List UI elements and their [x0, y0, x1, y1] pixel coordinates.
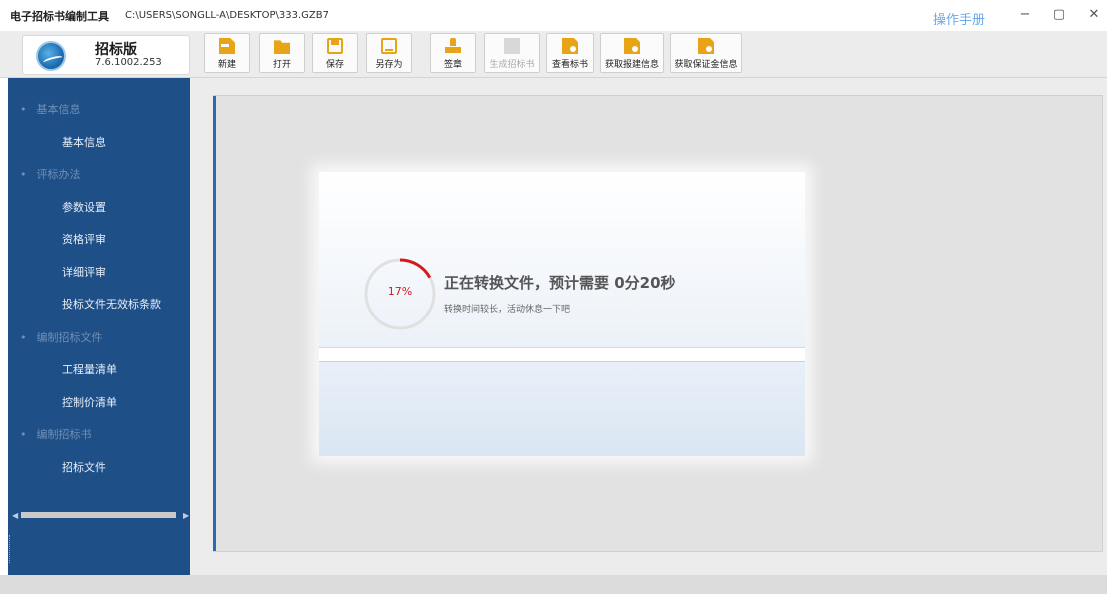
nav-item-basic-info[interactable]: 基本信息 [62, 134, 106, 150]
nav-item-invalid-terms[interactable]: 投标文件无效标条款 [62, 296, 161, 312]
sidebar-scrollbar[interactable]: ◀ ▶ [12, 510, 189, 520]
save-as-icon [381, 38, 397, 54]
sidebar-nav: 基本信息 基本信息 评标办法 参数设置 资格评审 详细评审 投标文件无效标条款 … [8, 78, 190, 575]
scroll-thumb[interactable] [21, 512, 176, 518]
fetch-info-button[interactable]: 获取报建信息 [600, 33, 664, 73]
nav-section-basic-info[interactable]: 基本信息 [20, 101, 81, 117]
open-button[interactable]: 打开 [259, 33, 305, 73]
generate-bid-button-label: 生成招标书 [489, 60, 535, 70]
fetch-info-icon [624, 38, 640, 54]
nav-section-tender-book[interactable]: 编制招标书 [20, 426, 92, 442]
fetch-deposit-icon [698, 38, 714, 54]
nav-item-tender-file[interactable]: 招标文件 [62, 459, 106, 475]
app-title: 电子招标书编制工具 [10, 9, 109, 23]
open-button-label: 打开 [272, 60, 291, 70]
dialog-subtitle: 转换时间较长，活动休息一下吧 [444, 305, 571, 315]
resize-grip[interactable] [9, 535, 13, 563]
nav-section-tender-docs[interactable]: 编制招标文件 [20, 329, 103, 345]
folder-open-icon [274, 40, 290, 54]
stamp-button[interactable]: 签章 [430, 33, 476, 73]
edition-label: 招标版 [95, 42, 137, 58]
scroll-right-icon[interactable]: ▶ [183, 511, 189, 520]
stamp-icon [445, 38, 461, 54]
close-button[interactable]: ✕ [1086, 7, 1102, 22]
file-path: C:\USERS\SONGLL-A\DESKTOP\333.GZB7 [125, 10, 329, 21]
minimize-button[interactable]: − [1017, 7, 1033, 22]
save-button[interactable]: 保存 [312, 33, 358, 73]
fetch-info-button-label: 获取报建信息 [604, 60, 659, 70]
status-bar [0, 575, 1107, 594]
title-bar: 电子招标书编制工具 C:\USERS\SONGLL-A\DESKTOP\333.… [0, 0, 1107, 31]
version-label: 7.6.1002.253 [95, 57, 162, 68]
view-bid-button[interactable]: 查看标书 [546, 33, 594, 73]
nav-item-parameters[interactable]: 参数设置 [62, 199, 106, 215]
brand-area: 招标版 7.6.1002.253 [22, 35, 190, 75]
globe-logo-icon [36, 41, 66, 71]
save-button-label: 保存 [325, 60, 344, 70]
view-bid-button-label: 查看标书 [551, 60, 588, 70]
nav-item-qualification[interactable]: 资格评审 [62, 231, 106, 247]
restore-button[interactable]: ▢ [1051, 7, 1067, 22]
new-file-icon [219, 38, 235, 54]
nav-item-control-price[interactable]: 控制价清单 [62, 394, 117, 410]
save-as-button[interactable]: 另存为 [366, 33, 412, 73]
scroll-left-icon[interactable]: ◀ [12, 511, 18, 520]
progress-percent-label: 17% [387, 285, 413, 298]
dialog-divider-bar [319, 347, 805, 362]
fetch-deposit-button-label: 获取保证金信息 [674, 60, 738, 70]
generate-bid-button[interactable]: 生成招标书 [484, 33, 540, 73]
new-button-label: 新建 [217, 60, 236, 70]
new-button[interactable]: 新建 [204, 33, 250, 73]
toolbar: 招标版 7.6.1002.253 新建 打开 保存 另存为 签章 生成招标书 查… [0, 31, 1107, 78]
save-as-button-label: 另存为 [375, 60, 403, 70]
nav-item-detailed-review[interactable]: 详细评审 [62, 264, 106, 280]
conversion-dialog: 17% 正在转换文件，预计需要 0分20秒 转换时间较长，活动休息一下吧 [319, 172, 805, 456]
nav-section-evaluation[interactable]: 评标办法 [20, 166, 81, 182]
stamp-button-label: 签章 [443, 60, 462, 70]
manual-link[interactable]: 操作手册 [933, 9, 985, 28]
view-doc-icon [562, 38, 578, 54]
dialog-title: 正在转换文件，预计需要 0分20秒 [444, 274, 676, 292]
save-icon [327, 38, 343, 54]
fetch-deposit-button[interactable]: 获取保证金信息 [670, 33, 742, 73]
generate-icon [504, 38, 520, 54]
nav-item-bill-of-quantities[interactable]: 工程量清单 [62, 361, 117, 377]
